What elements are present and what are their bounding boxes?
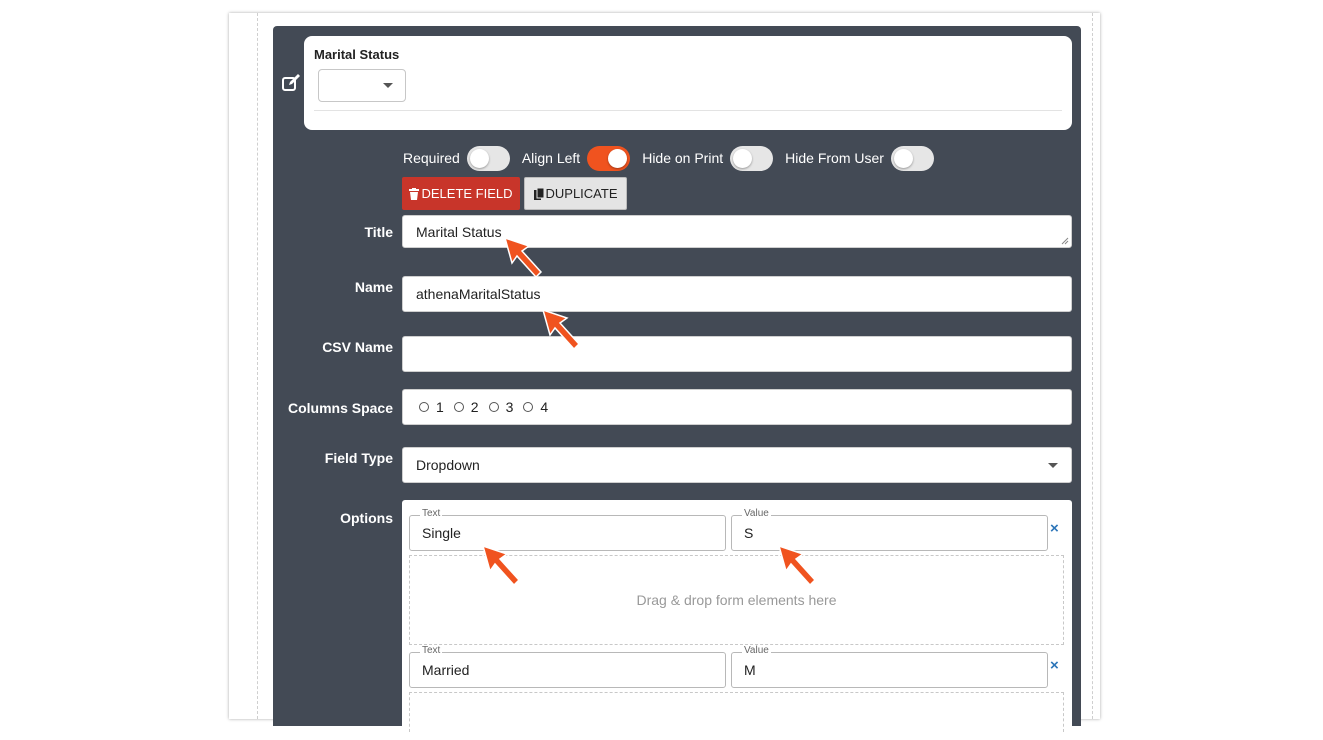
option-value-input[interactable]: Value M — [731, 645, 1048, 688]
option-text-label: Text — [420, 508, 443, 519]
option-value-value: M — [744, 662, 756, 678]
pointer-arrow-icon — [777, 544, 817, 587]
toggle-align-left[interactable] — [587, 145, 631, 171]
columns-radio-label: 4 — [540, 399, 549, 415]
dashed-guide-left — [257, 13, 258, 719]
duplicate-label: DUPLICATE — [545, 186, 618, 201]
toggle-hide-from-user[interactable] — [890, 145, 934, 171]
radio-icon — [523, 402, 534, 412]
close-icon[interactable]: × — [1050, 657, 1059, 674]
option-text-label: Text — [420, 645, 443, 656]
duplicate-button[interactable]: DUPLICATE — [524, 177, 627, 210]
toggle-hide-from-user-label: Hide From User — [785, 150, 884, 166]
csv-name-label: CSV Name — [322, 339, 393, 355]
columns-radio-3[interactable]: 3 — [488, 399, 514, 415]
preview-divider — [314, 110, 1062, 111]
delete-field-button[interactable]: DELETE FIELD — [402, 177, 520, 210]
dropzone[interactable] — [409, 692, 1064, 732]
pointer-arrow-icon — [541, 308, 581, 351]
field-type-value: Dropdown — [416, 457, 480, 473]
option-text-input[interactable]: Text Single — [409, 508, 726, 551]
trash-icon — [409, 187, 420, 200]
field-type-select[interactable]: Dropdown — [402, 447, 1072, 483]
name-label: Name — [354, 279, 393, 295]
columns-radio-label: 2 — [470, 399, 479, 415]
name-value: athenaMaritalStatus — [416, 286, 541, 302]
csv-name-input[interactable] — [402, 336, 1072, 372]
toggle-required-label: Required — [403, 150, 460, 166]
columns-radio-2[interactable]: 2 — [453, 399, 479, 415]
option-text-value: Single — [422, 525, 461, 541]
field-toggles: Required Align Left Hide on Print Hide F… — [403, 145, 946, 171]
columns-radio-4[interactable]: 4 — [523, 399, 548, 415]
copy-icon — [533, 187, 544, 200]
toggle-knob — [893, 148, 913, 168]
columns-radio-1[interactable]: 1 — [419, 399, 444, 415]
title-value: Marital Status — [416, 223, 502, 240]
option-text-input[interactable]: Text Married — [409, 645, 726, 688]
dropzone-text: Drag & drop form elements here — [636, 592, 837, 608]
options-list: Text Single Value S × Drag & drop form e… — [402, 500, 1072, 740]
toggle-align-left-label: Align Left — [521, 150, 581, 166]
radio-icon — [488, 402, 499, 412]
resize-handle-icon[interactable] — [1061, 237, 1069, 245]
preview-dropdown[interactable] — [318, 69, 406, 102]
toggle-knob — [469, 148, 489, 168]
name-input[interactable]: athenaMaritalStatus — [402, 276, 1072, 312]
pointer-arrow-icon — [503, 236, 543, 279]
close-icon[interactable]: × — [1050, 520, 1059, 537]
columns-space-label: Columns Space — [287, 400, 393, 416]
dashed-guide-right — [1092, 13, 1093, 719]
radio-icon — [419, 402, 429, 412]
title-label: Title — [364, 224, 393, 240]
option-value-label: Value — [742, 508, 771, 519]
toggle-required[interactable] — [466, 145, 510, 171]
field-type-label: Field Type — [324, 450, 393, 466]
columns-radio-label: 1 — [436, 399, 444, 415]
columns-space-group: 1 2 3 4 — [402, 389, 1072, 425]
toggle-knob — [608, 148, 628, 168]
options-label: Options — [340, 510, 393, 526]
columns-radio-label: 3 — [505, 399, 514, 415]
toggle-knob — [733, 148, 753, 168]
field-preview: Marital Status — [304, 36, 1072, 130]
radio-icon — [453, 402, 464, 412]
preview-field-label: Marital Status — [314, 47, 400, 62]
option-text-value: Married — [422, 662, 470, 678]
edit-icon[interactable] — [280, 72, 302, 94]
toggle-hide-on-print[interactable] — [730, 145, 774, 171]
delete-field-label: DELETE FIELD — [421, 186, 513, 201]
pointer-arrow-icon — [481, 544, 521, 587]
option-value-label: Value — [742, 645, 771, 656]
toggle-hide-on-print-label: Hide on Print — [642, 150, 724, 166]
chevron-down-icon — [1048, 463, 1058, 468]
chevron-down-icon — [383, 83, 393, 88]
option-value-value: S — [744, 525, 754, 541]
